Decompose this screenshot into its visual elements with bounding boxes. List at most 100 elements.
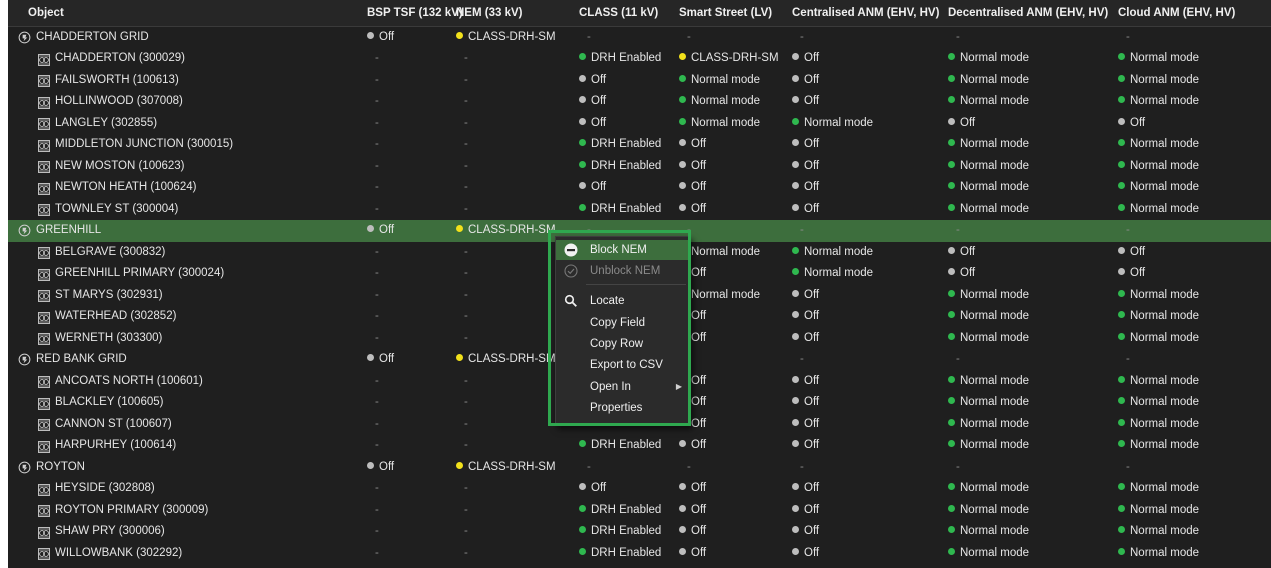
table-row[interactable]: CHADDERTON (300029) - - DRH Enabled CLASS-DR… xyxy=(8,48,1271,70)
table-row[interactable]: MIDDLETON JUNCTION (300015) - - DRH Enabled… xyxy=(8,134,1271,156)
cell-value: - xyxy=(375,482,379,494)
menu-item-locate[interactable]: Locate xyxy=(556,291,690,311)
menu-item-label: Locate xyxy=(590,295,625,307)
table-row[interactable]: NEW MOSTON (100623) - - DRH Enabled Off Off No… xyxy=(8,156,1271,178)
cell-class11: Off xyxy=(579,91,606,113)
cell-decentral: Normal mode xyxy=(948,134,1029,156)
cell-nem: - xyxy=(464,328,468,350)
table-header: Object BSP TSF (132 kV) NEM (33 kV) CLASS (… xyxy=(8,0,1271,27)
column-header-central[interactable]: Centralised ANM (EHV, HV) xyxy=(792,0,939,26)
grid-row[interactable]: ROYTON Off CLASS-DRH-SM - - - - - xyxy=(8,457,1271,479)
cell-cloud: Normal mode xyxy=(1118,414,1199,436)
cell-bsp: - xyxy=(375,134,379,156)
cell-bsp: - xyxy=(375,392,379,414)
cell-value: Off xyxy=(379,460,395,473)
cell-value: Normal mode xyxy=(1130,546,1200,559)
status-dot-icon xyxy=(1118,182,1125,190)
cell-value: Off xyxy=(804,417,820,430)
cell-decentral: Normal mode xyxy=(948,328,1029,350)
cell-nem: - xyxy=(464,156,468,178)
column-header-nem[interactable]: NEM (33 kV) xyxy=(456,0,522,26)
cell-value: Off xyxy=(591,482,607,494)
table-row[interactable]: LANGLEY (302855) - - Off Normal mode Normal m… xyxy=(8,113,1271,135)
cell-nem: - xyxy=(464,91,468,113)
status-dot-icon xyxy=(456,31,463,39)
cell-value: - xyxy=(1126,353,1130,365)
menu-item-copy-field[interactable]: Copy Field xyxy=(556,313,690,333)
column-header-object[interactable]: Object xyxy=(28,0,64,26)
status-dot-icon xyxy=(948,74,955,82)
object-cell: BLACKLEY (100605) xyxy=(38,392,163,414)
table-row[interactable]: FAILSWORTH (100613) - - Off Normal mode Off No… xyxy=(8,70,1271,92)
status-dot-icon xyxy=(792,504,799,512)
cell-value: - xyxy=(464,374,468,387)
cell-value: - xyxy=(1126,224,1130,236)
status-dot-icon xyxy=(1118,74,1125,82)
status-dot-icon xyxy=(579,483,586,491)
cell-value: Off xyxy=(691,267,707,279)
object-cell: SHAW PRY (300006) xyxy=(38,521,165,543)
cell-bsp: - xyxy=(375,263,379,285)
cell-value: - xyxy=(687,224,691,236)
status-dot-icon xyxy=(1118,440,1125,448)
cell-decentral: Off xyxy=(948,263,975,285)
cell-class11: Off xyxy=(579,70,606,92)
table-row[interactable]: ROYTON PRIMARY (300009) - - DRH Enabled Off O… xyxy=(8,500,1271,522)
status-dot-icon xyxy=(1118,117,1125,125)
cell-central: Off xyxy=(792,156,819,178)
cell-value: Normal mode xyxy=(691,245,761,258)
object-name: ROYTON PRIMARY (300009) xyxy=(55,503,209,516)
cell-value: Normal mode xyxy=(1130,439,1200,451)
cell-nem: - xyxy=(464,435,468,457)
cell-decentral: Off xyxy=(948,242,975,264)
column-header-decentral[interactable]: Decentralised ANM (EHV, HV) xyxy=(948,0,1108,26)
substation-icon xyxy=(38,289,50,303)
object-name: HEYSIDE (302808) xyxy=(55,482,155,494)
cell-value: - xyxy=(375,310,379,322)
menu-item-properties[interactable]: Properties xyxy=(556,398,690,418)
cell-cloud: - xyxy=(1126,220,1130,242)
cell-central: Off xyxy=(792,177,819,199)
cell-decentral: Normal mode xyxy=(948,543,1029,565)
cell-value: Normal mode xyxy=(960,95,1030,107)
object-name: GREENHILL xyxy=(36,224,102,236)
column-header-cloud[interactable]: Cloud ANM (EHV, HV) xyxy=(1118,0,1235,26)
status-dot-icon xyxy=(792,53,799,61)
table-row[interactable]: NEWTON HEATH (100624) - - Off Off Off Normal m… xyxy=(8,177,1271,199)
table-row[interactable]: HOLLINWOOD (307008) - - Off Normal mode Off No… xyxy=(8,91,1271,113)
cell-value: Normal mode xyxy=(691,95,761,107)
grid-row[interactable]: CHADDERTON GRID Off CLASS-DRH-SM - - - - - xyxy=(8,27,1271,49)
cell-cloud: Off xyxy=(1118,113,1145,135)
column-header-bsp[interactable]: BSP TSF (132 kV) xyxy=(367,0,463,26)
cell-cloud: Off xyxy=(1118,263,1145,285)
menu-item-block-nem[interactable]: Block NEM xyxy=(556,240,690,260)
status-dot-icon xyxy=(948,483,955,491)
status-dot-icon xyxy=(367,31,374,39)
object-cell: HOLLINWOOD (307008) xyxy=(38,91,183,113)
table-row[interactable]: WILLOWBANK (302292) - - DRH Enabled Off Off No… xyxy=(8,543,1271,565)
check-circle-icon xyxy=(564,264,578,278)
cell-value: DRH Enabled xyxy=(591,546,662,559)
column-header-smart[interactable]: Smart Street (LV) xyxy=(679,0,772,26)
menu-item-open-in[interactable]: Open In ▶ xyxy=(556,377,690,397)
cell-value: Normal mode xyxy=(1130,482,1200,494)
status-dot-icon xyxy=(948,182,955,190)
menu-item-unblock-nem: Unblock NEM xyxy=(556,261,690,281)
table-row[interactable]: TOWNLEY ST (300004) - - DRH Enabled Off Off No… xyxy=(8,199,1271,221)
cell-value: Off xyxy=(804,159,820,172)
menu-item-copy-row[interactable]: Copy Row xyxy=(556,334,690,354)
status-dot-icon xyxy=(792,96,799,104)
table-row[interactable]: HEYSIDE (302808) - - Off Off Off Normal mode No… xyxy=(8,478,1271,500)
substation-icon xyxy=(38,53,50,66)
cell-class11: - xyxy=(587,27,591,49)
column-header-class11[interactable]: CLASS (11 kV) xyxy=(579,0,658,26)
cell-value: - xyxy=(587,224,591,236)
object-name: CHADDERTON (300029) xyxy=(55,52,185,64)
menu-item-export-to-csv[interactable]: Export to CSV xyxy=(556,355,690,375)
status-dot-icon xyxy=(679,203,686,211)
cell-smart: Normal mode xyxy=(679,91,760,113)
table-row[interactable]: SHAW PRY (300006) - - DRH Enabled Off Off Norm… xyxy=(8,521,1271,543)
table-row[interactable]: HARPURHEY (100614) - - DRH Enabled Off Off Nor… xyxy=(8,435,1271,457)
cell-smart: Off xyxy=(679,521,706,543)
cell-value: - xyxy=(587,30,591,43)
